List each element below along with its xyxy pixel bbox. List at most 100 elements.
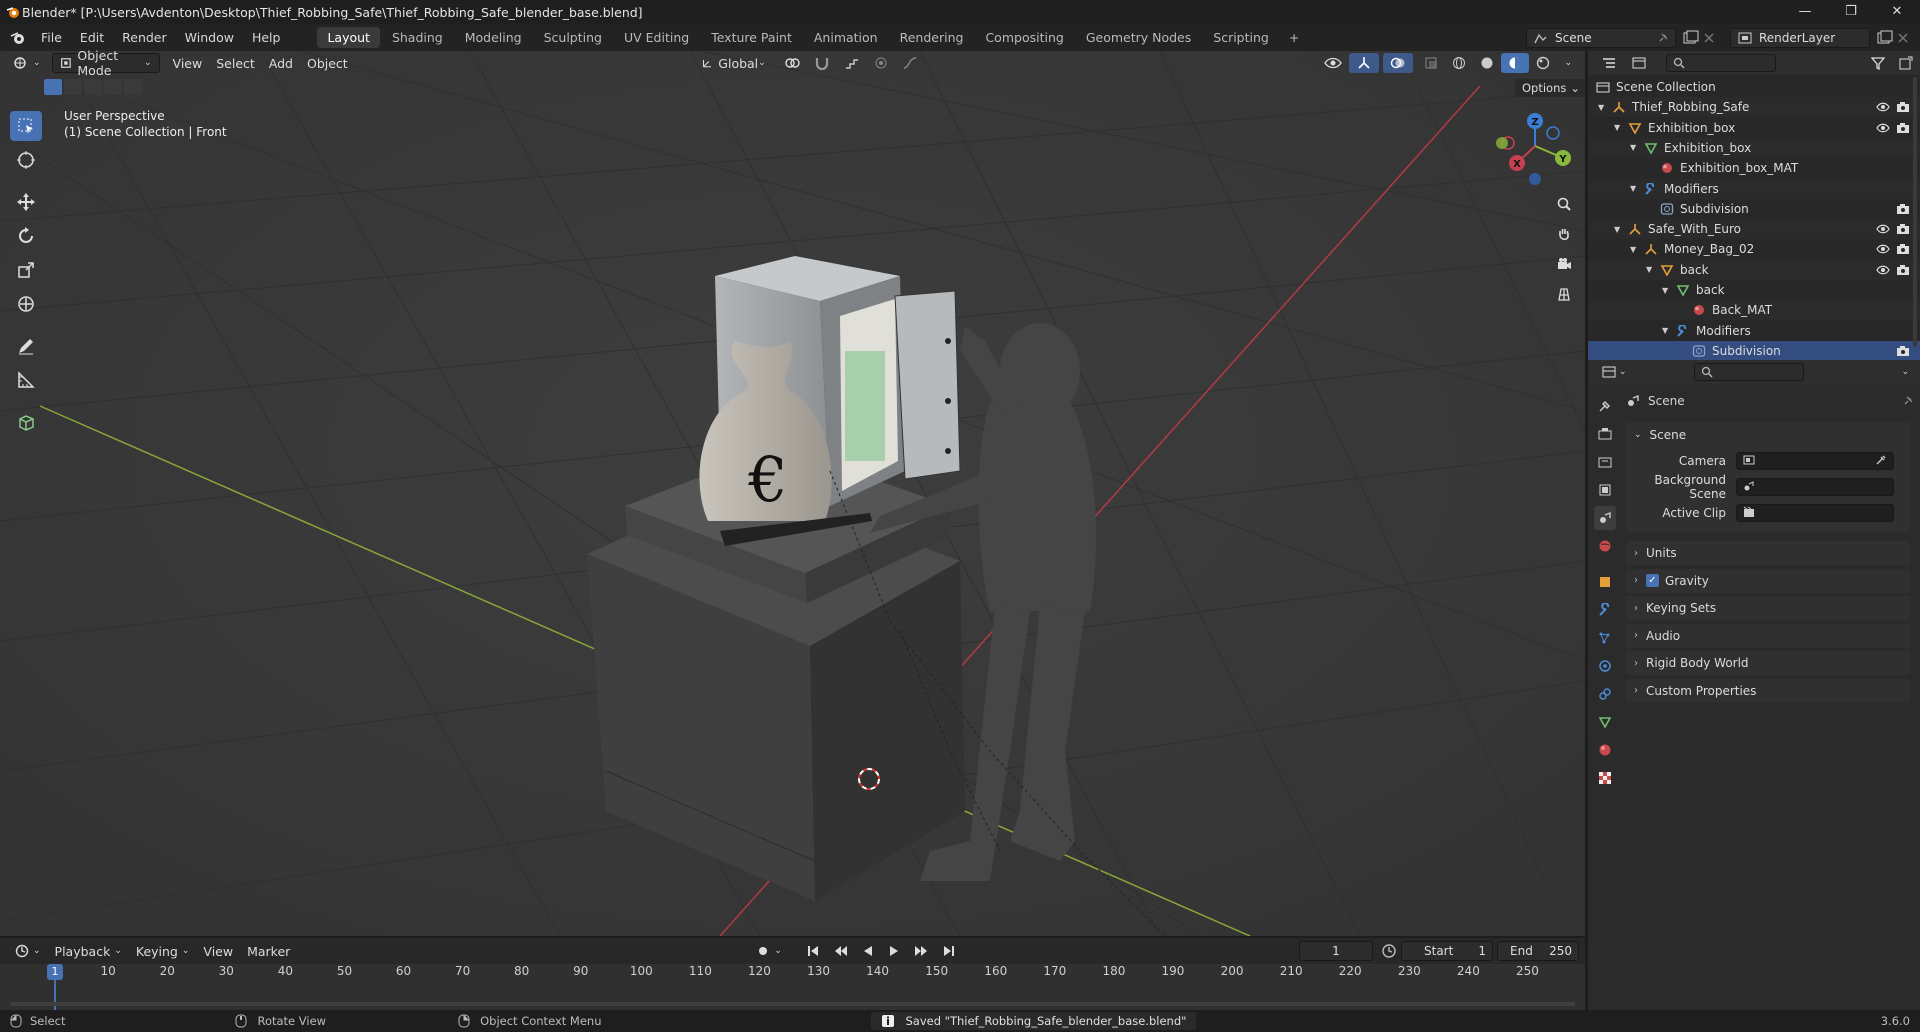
object-mode-dropdown[interactable]: Object Mode ⌄	[51, 48, 160, 78]
measure-tool[interactable]	[10, 365, 42, 395]
eye-icon[interactable]	[1876, 122, 1890, 137]
disclosure-triangle-icon[interactable]: ▼	[1646, 265, 1652, 274]
outliner-row[interactable]: ▼ back	[1588, 280, 1920, 300]
disclosure-triangle-icon[interactable]: ▼	[1662, 286, 1668, 295]
outliner-scrollbar[interactable]	[1913, 77, 1917, 347]
outliner-row[interactable]: ▼ Exhibition_box	[1588, 118, 1920, 138]
zoom-button[interactable]	[1551, 191, 1577, 217]
texture-tab[interactable]	[1594, 766, 1616, 790]
jump-start-button[interactable]	[799, 941, 827, 961]
menu-window[interactable]: Window	[176, 30, 243, 45]
new-scene-icon[interactable]	[1682, 30, 1700, 46]
render-camera-icon[interactable]	[1896, 243, 1910, 258]
eye-icon[interactable]	[1876, 243, 1890, 258]
subpanel-rigid-body-world[interactable]: › Rigid Body World	[1626, 651, 1910, 675]
modifier-tab[interactable]	[1594, 598, 1616, 622]
timeline-scrollbar[interactable]	[10, 1002, 1575, 1006]
timeline-menu-view[interactable]: View	[196, 941, 240, 961]
disclosure-triangle-icon[interactable]: ▼	[1614, 225, 1620, 234]
constraints-tab[interactable]	[1594, 682, 1616, 706]
outliner-search-input[interactable]	[1666, 54, 1776, 72]
eyedropper-icon[interactable]	[1875, 454, 1887, 469]
wireframe-shading-button[interactable]	[1445, 53, 1473, 73]
subpanel-gravity[interactable]: › ✓ Gravity	[1626, 568, 1910, 593]
eye-icon[interactable]	[1876, 223, 1890, 238]
eye-icon[interactable]	[1876, 101, 1890, 116]
visibility-dropdown[interactable]	[1317, 53, 1349, 73]
render-camera-icon[interactable]	[1896, 101, 1910, 116]
property-field-camera[interactable]	[1736, 452, 1894, 470]
tab-sculpting[interactable]: Sculpting	[534, 27, 612, 48]
menu-render[interactable]: Render	[113, 30, 176, 45]
scene-selector[interactable]: Scene	[1526, 27, 1676, 48]
select-box-tool[interactable]	[10, 111, 42, 141]
outliner-row[interactable]: ▼ Safe_With_Euro	[1588, 219, 1920, 240]
tab-uv-editing[interactable]: UV Editing	[614, 27, 699, 48]
camera-view-button[interactable]	[1551, 251, 1577, 277]
outliner-row[interactable]: Subdivision	[1588, 199, 1920, 219]
properties-options-dropdown[interactable]: ⌄	[1894, 362, 1916, 382]
gravity-checkbox[interactable]: ✓	[1646, 574, 1659, 587]
scale-tool[interactable]	[10, 255, 42, 285]
scene-panel-header[interactable]: ⌄ Scene	[1626, 422, 1910, 448]
timeline-frame-area[interactable]: 10 20 30 40 50 60 70 80 90 100 110 120 130 140 150 160 1…	[0, 964, 1585, 1010]
viewport-menu-object[interactable]: Object	[300, 53, 355, 73]
particles-tab[interactable]	[1594, 626, 1616, 650]
timeline-menu-keying[interactable]: Keying ⌄	[129, 941, 197, 961]
tool-tab[interactable]	[1594, 394, 1616, 418]
outliner-row[interactable]: Back_MAT	[1588, 300, 1920, 321]
outliner-row[interactable]: ▼ Exhibition_box	[1588, 137, 1920, 158]
subpanel-audio[interactable]: › Audio	[1626, 623, 1910, 648]
play-button[interactable]	[881, 941, 907, 961]
jump-end-button[interactable]	[935, 941, 963, 961]
snap-target-dropdown[interactable]	[837, 53, 867, 73]
mode-invert-selection-button[interactable]	[104, 79, 122, 95]
new-view-layer-icon[interactable]	[1876, 30, 1894, 46]
outliner-row[interactable]: ▼ Thief_Robbing_Safe	[1588, 97, 1920, 118]
next-keyframe-button[interactable]	[907, 941, 935, 961]
physics-tab[interactable]	[1594, 654, 1616, 678]
mode-intersect-selection-button[interactable]	[124, 79, 142, 95]
material-preview-button[interactable]	[1501, 53, 1530, 73]
world-tab[interactable]	[1594, 534, 1616, 558]
add-cube-tool[interactable]	[10, 407, 42, 437]
pivot-point-dropdown[interactable]	[777, 53, 807, 73]
tab-shading[interactable]: Shading	[382, 27, 453, 48]
maximize-button[interactable]: ❐	[1828, 0, 1874, 24]
pan-button[interactable]	[1551, 221, 1577, 247]
transform-orientation-dropdown[interactable]: Global ⌄	[695, 53, 773, 73]
property-field-active-clip[interactable]	[1736, 504, 1894, 522]
cursor-tool[interactable]	[10, 145, 42, 175]
view-layer-tab[interactable]	[1594, 478, 1616, 502]
xray-toggle-button[interactable]	[1417, 53, 1445, 73]
play-reverse-button[interactable]	[855, 941, 881, 961]
data-tab[interactable]	[1594, 710, 1616, 734]
use-preview-range-icon[interactable]	[1381, 943, 1397, 959]
timeline-editor-type-button[interactable]: ⌄	[8, 941, 48, 961]
playhead[interactable]: 1	[47, 964, 63, 980]
tab-compositing[interactable]: Compositing	[975, 27, 1073, 48]
render-camera-icon[interactable]	[1896, 122, 1910, 137]
eye-icon[interactable]	[1876, 264, 1890, 279]
proportional-edit-button[interactable]	[867, 53, 895, 73]
timeline-menu-playback[interactable]: Playback ⌄	[48, 941, 129, 961]
render-camera-icon[interactable]	[1896, 264, 1910, 279]
outliner-row[interactable]: ▼ Money_Bag_02	[1588, 239, 1920, 259]
tab-animation[interactable]: Animation	[804, 27, 888, 48]
delete-scene-icon[interactable]	[1700, 30, 1718, 46]
view-layer-selector[interactable]: RenderLayer	[1730, 27, 1870, 48]
frame-start-field[interactable]: Start 1	[1401, 941, 1493, 961]
object-tab[interactable]	[1594, 570, 1616, 594]
tab-geometry-nodes[interactable]: Geometry Nodes	[1076, 27, 1201, 48]
mode-new-selection-button[interactable]	[44, 79, 62, 95]
menu-help[interactable]: Help	[243, 30, 290, 45]
frame-end-field[interactable]: End 250	[1497, 941, 1579, 961]
add-workspace-button[interactable]: +	[1279, 27, 1309, 48]
rotate-tool[interactable]	[10, 221, 42, 251]
falloff-dropdown[interactable]	[895, 53, 925, 73]
outliner-row[interactable]: Subdivision	[1588, 340, 1920, 361]
viewport-menu-add[interactable]: Add	[262, 53, 300, 73]
tab-texture-paint[interactable]: Texture Paint	[701, 27, 802, 48]
properties-editor-type-button[interactable]: ⌄	[1594, 362, 1634, 382]
new-collection-button[interactable]	[1892, 53, 1920, 73]
